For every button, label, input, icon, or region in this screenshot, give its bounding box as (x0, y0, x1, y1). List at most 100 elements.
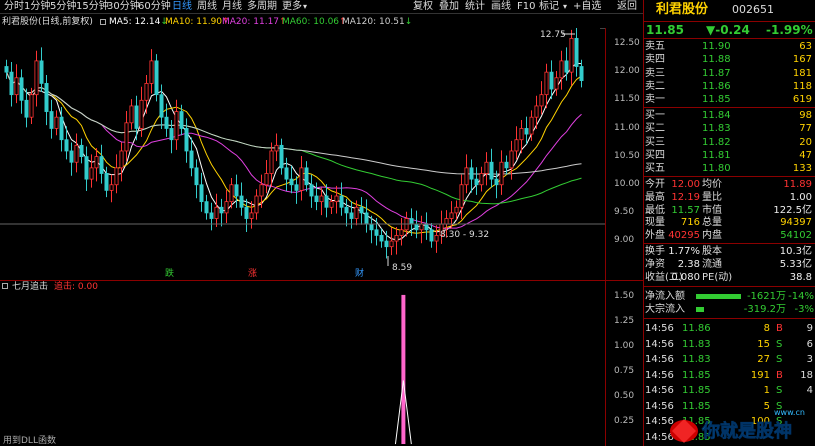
bid-volume: 47 (799, 149, 812, 161)
ma-legend: 利君股份(日线,前复权) MA5: 12.14↓ MA10: 11.90↑ MA… (0, 15, 600, 29)
tick-side: S (776, 354, 783, 365)
add-watchlist-button[interactable]: +自选 (573, 1, 601, 13)
mark-button[interactable]: 标记 (539, 1, 559, 13)
candle-body (559, 60, 564, 79)
tab-5min[interactable]: 5分钟 (50, 1, 76, 13)
indicator-tick: 0.75 (614, 366, 635, 376)
price-change: ▼-0.24 (706, 23, 750, 37)
flow-value: -319.2万 (743, 304, 786, 315)
ma5-label: MA5: 12.14↓ (109, 17, 168, 27)
candle-body (169, 128, 174, 141)
tab-daily[interactable]: 日线 (172, 1, 192, 13)
candle-body (494, 178, 499, 186)
candle-body (119, 150, 124, 169)
tick-side: S (776, 385, 783, 396)
indicator-tick: 1.25 (614, 316, 635, 326)
candle-body (434, 235, 439, 242)
ma20-label: MA20: 11.17↑ (222, 17, 287, 27)
indicator-chart[interactable] (0, 280, 605, 446)
overlay-button[interactable]: 叠加 (439, 1, 459, 13)
candle-body (44, 83, 49, 112)
tick-count: 3 (806, 354, 813, 365)
divider (644, 286, 815, 287)
stat-row: 现量 716 总量 94397 (644, 216, 815, 229)
tick-time: 14:56 (645, 354, 674, 365)
tab-weekly[interactable]: 周线 (197, 1, 217, 13)
tab-more[interactable]: 更多 (282, 1, 302, 13)
ma120-line (6, 71, 582, 175)
tab-60min[interactable]: 60分钟 (138, 1, 171, 13)
price-tick: 10.00 (614, 179, 640, 189)
quote-panel: 利君股份 002651 11.85 ▼-0.24 -1.99% 卖五 11.90 6… (643, 0, 815, 446)
back-button[interactable]: 返回 (617, 1, 637, 13)
candle-body (74, 144, 79, 163)
event-marker-fall[interactable]: 跌 (165, 268, 174, 279)
candle-body (334, 195, 339, 203)
candle-body (114, 167, 119, 186)
indicator-tick: 1.00 (614, 341, 635, 351)
candle-body (224, 201, 229, 214)
tick-price: 11.85 (682, 369, 711, 381)
tab-multi-period[interactable]: 多周期 (247, 1, 277, 13)
event-marker-rise[interactable]: 涨 (248, 268, 257, 279)
candle-body (429, 229, 434, 242)
price-tick: 12.50 (614, 38, 640, 48)
bid-level-label: 买二 (645, 123, 665, 135)
stock-header: 利君股份 002651 (644, 0, 815, 20)
candle-body (514, 139, 519, 152)
price-tick: 10.50 (614, 151, 640, 161)
stat-label: 外盘 (645, 230, 665, 242)
tab-30min[interactable]: 30分钟 (107, 1, 140, 13)
candle-body (174, 111, 179, 141)
price-tick: 11.50 (614, 94, 640, 104)
flow-bar (696, 294, 741, 299)
chevron-down-icon[interactable]: ▾ (303, 1, 307, 13)
price-tick: 12.00 (614, 66, 640, 76)
adjust-button[interactable]: 复权 (413, 1, 433, 13)
tab-1min[interactable]: 1分钟 (24, 1, 50, 13)
bid-level-label: 买四 (645, 149, 665, 161)
candlestick-chart[interactable]: 12.75 8.59 8.30 - 9.32 跌 涨 财 (0, 28, 605, 280)
candle-body (289, 178, 294, 186)
bid-row: 买一 11.84 98 (644, 109, 815, 122)
stat-value: 94397 (780, 217, 812, 229)
tick-price: 11.85 (682, 385, 711, 396)
ask-price: 11.88 (702, 54, 731, 66)
tick-time: 14:56 (645, 338, 674, 350)
stat-label: 市值 (702, 204, 722, 216)
indicator-name: 七月追击 (12, 282, 49, 292)
stat-value: 0.080 (671, 271, 700, 283)
candle-body (149, 60, 154, 84)
stat-row: 收益(二) 0.080 PE(动) 38.8 (644, 271, 815, 284)
candle-body (499, 161, 504, 186)
stat-value: 12.19 (671, 191, 700, 203)
chevron-down-icon[interactable]: ▾ (563, 1, 567, 13)
stat-value: 2.38 (677, 258, 700, 270)
tab-timeshare[interactable]: 分时 (4, 1, 24, 13)
draw-line-button[interactable]: 画线 (491, 1, 511, 13)
statistics-button[interactable]: 统计 (465, 1, 485, 13)
candle-body (354, 206, 359, 219)
stat-value: 1.77% (668, 246, 700, 257)
indicator-tick: 1.50 (614, 291, 635, 301)
price-tick: 9.50 (614, 207, 635, 217)
watermark-site: www.cn (774, 408, 805, 417)
candle-body (479, 173, 484, 186)
candle-body (464, 167, 469, 186)
candle-body (104, 173, 109, 191)
tab-15min[interactable]: 15分钟 (76, 1, 109, 13)
f10-button[interactable]: F10 (517, 1, 535, 13)
candle-body (154, 60, 159, 96)
event-marker-finance[interactable]: 财 (355, 267, 364, 279)
candle-body (244, 206, 249, 219)
tab-monthly[interactable]: 月线 (222, 1, 242, 13)
candle-body (29, 94, 34, 118)
ma5-line (6, 62, 582, 241)
chart-title: 利君股份(日线,前复权) (2, 17, 93, 27)
ask-level-label: 卖三 (645, 67, 665, 79)
candle-body (199, 184, 204, 203)
candle-body (459, 184, 464, 208)
ma60-label: MA60: 10.06↑ (282, 17, 347, 27)
bid-price: 11.81 (702, 149, 731, 161)
candle-body (99, 156, 104, 174)
